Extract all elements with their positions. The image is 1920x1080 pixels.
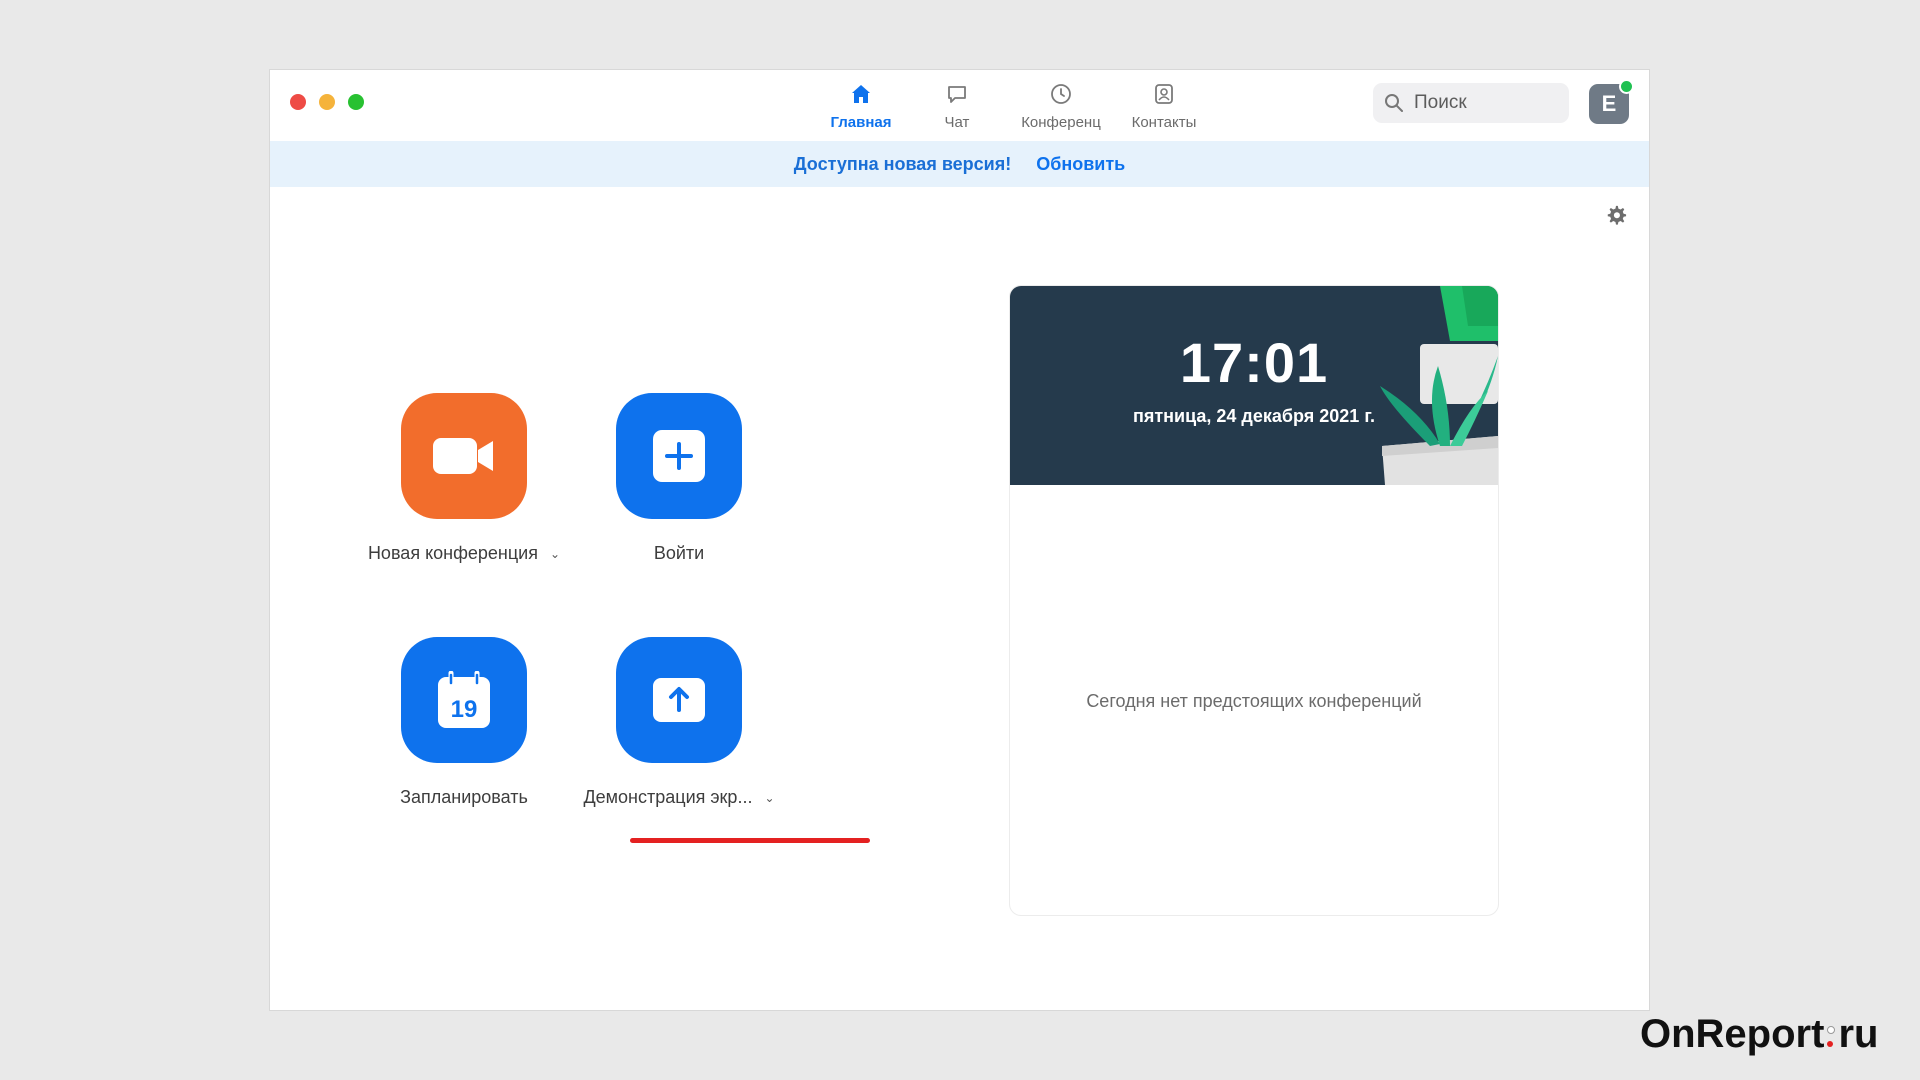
tab-home[interactable]: Главная xyxy=(811,80,911,136)
onreport-watermark: OnReport ru xyxy=(1640,1012,1878,1057)
gear-icon[interactable] xyxy=(1605,204,1627,226)
online-status-dot xyxy=(1619,79,1634,94)
search-icon xyxy=(1385,94,1403,112)
join-text: Войти xyxy=(653,543,705,563)
video-camera-icon xyxy=(433,438,493,474)
brand-suffix: ru xyxy=(1838,1012,1879,1056)
brand-name: OnReport xyxy=(1640,1012,1825,1056)
tab-meetings[interactable]: Конференц xyxy=(1011,80,1111,136)
search-box[interactable] xyxy=(1373,83,1569,123)
tab-contacts[interactable]: Контакты xyxy=(1114,80,1214,136)
join-label[interactable]: Войти xyxy=(654,543,704,564)
new-meeting-button[interactable] xyxy=(401,393,527,519)
tab-label: Контакты xyxy=(1131,114,1197,131)
plus-icon xyxy=(653,430,705,482)
zoom-window: Главная Чат Конференц Контакты Поиск E Д… xyxy=(270,70,1649,1010)
update-link[interactable]: Обновить xyxy=(1036,154,1125,175)
share-screen-action: Демонстрация экр... ⌄ xyxy=(579,637,779,808)
share-screen-text: Демонстрация экр... xyxy=(583,787,753,807)
minimize-window-button[interactable] xyxy=(319,94,335,110)
avatar[interactable]: E xyxy=(1589,79,1634,124)
schedule-label[interactable]: Запланировать xyxy=(400,787,528,808)
schedule-button[interactable]: 19 xyxy=(401,637,527,763)
maximize-window-button[interactable] xyxy=(348,94,364,110)
search-input[interactable] xyxy=(1412,91,1566,115)
clock-icon xyxy=(1051,84,1071,104)
chevron-down-icon[interactable]: ⌄ xyxy=(550,547,560,561)
tab-label: Конференц xyxy=(1021,114,1101,131)
new-meeting-label[interactable]: Новая конференция ⌄ xyxy=(368,543,560,564)
calendar-day: 19 xyxy=(451,696,478,723)
join-button[interactable] xyxy=(616,393,742,519)
tab-label: Чат xyxy=(944,114,970,131)
close-window-button[interactable] xyxy=(290,94,306,110)
no-meetings-message: Сегодня нет предстоящих конференций xyxy=(1086,691,1422,711)
clock-header: 17:01 пятница, 24 декабря 2021 г. xyxy=(1010,286,1498,485)
contacts-icon xyxy=(1155,84,1173,104)
share-screen-button[interactable] xyxy=(616,637,742,763)
update-message: Доступна новая версия! xyxy=(793,153,1012,174)
brand-dots xyxy=(1827,1025,1836,1047)
highlight-underline xyxy=(630,838,870,843)
join-action: Войти xyxy=(579,393,779,564)
tab-chat[interactable]: Чат xyxy=(907,80,1007,136)
share-up-arrow-icon xyxy=(653,678,705,722)
calendar-icon: 19 xyxy=(438,671,490,728)
schedule-action: 19 Запланировать xyxy=(364,637,564,808)
title-bar: Главная Чат Конференц Контакты Поиск E xyxy=(270,70,1649,141)
new-meeting-action: Новая конференция ⌄ xyxy=(364,393,564,564)
new-meeting-text: Новая конференция xyxy=(367,543,538,563)
home-icon xyxy=(852,85,870,103)
upcoming-meetings-card: 17:01 пятница, 24 декабря 2021 г. Сегодн… xyxy=(1009,285,1499,916)
avatar-initial: E xyxy=(1601,91,1617,116)
tab-label: Главная xyxy=(830,114,892,131)
current-time: 17:01 xyxy=(1179,331,1329,394)
chevron-down-icon[interactable]: ⌄ xyxy=(764,791,774,805)
schedule-text: Запланировать xyxy=(400,787,528,807)
chat-icon xyxy=(948,86,966,103)
update-banner: Доступна новая версия! Обновить xyxy=(270,141,1649,187)
share-screen-label[interactable]: Демонстрация экр... ⌄ xyxy=(583,787,774,808)
current-date: пятница, 24 декабря 2021 г. xyxy=(1132,406,1376,426)
